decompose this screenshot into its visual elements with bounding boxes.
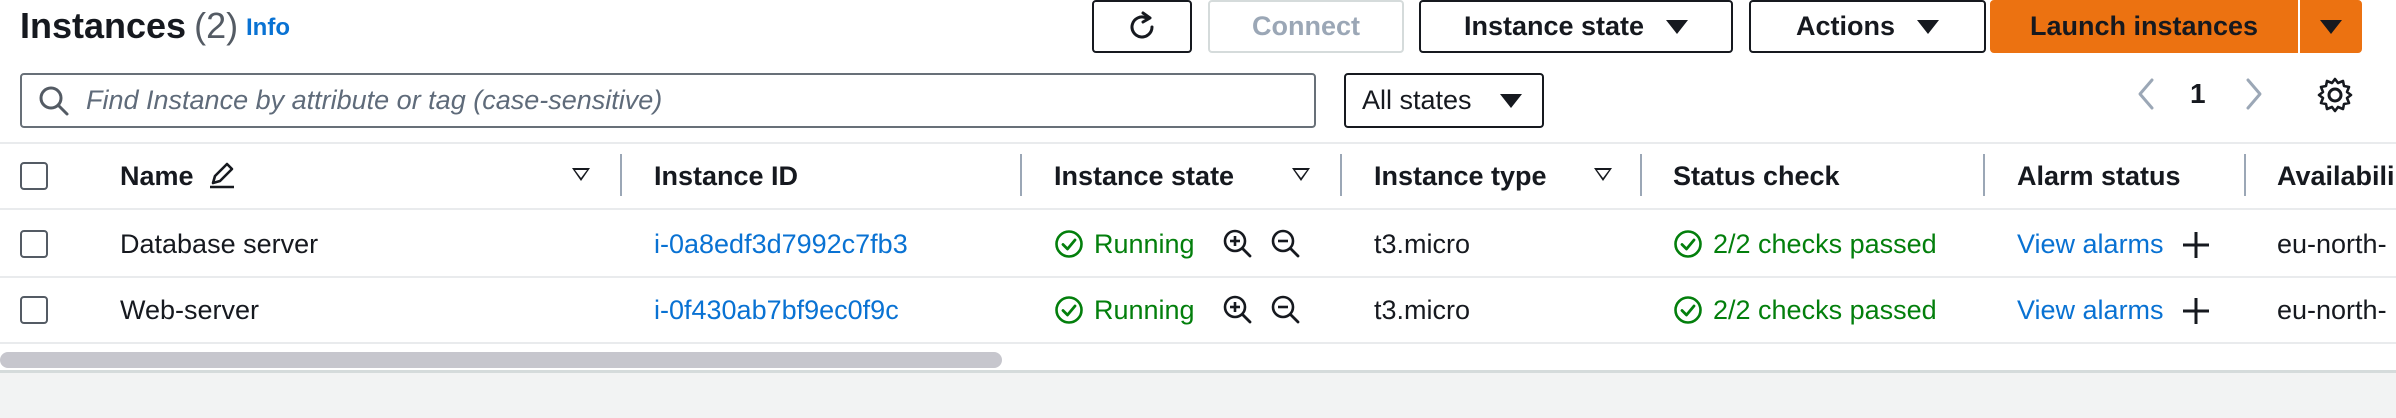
launch-instances-label: Launch instances: [2029, 11, 2259, 41]
status-check-text: 2/2 checks passed: [1713, 229, 1937, 259]
table-header-border: [0, 208, 2396, 210]
success-check-icon: [1055, 230, 1083, 258]
instance-name: Web-server: [120, 295, 260, 325]
row-divider: [0, 276, 2396, 278]
zoom-out-icon[interactable]: [1270, 228, 1302, 260]
refresh-button[interactable]: [1092, 0, 1192, 53]
column-divider[interactable]: [620, 154, 622, 196]
column-header-name[interactable]: Name: [120, 158, 237, 194]
launch-instances-button[interactable]: Launch instances: [1990, 0, 2298, 53]
instances-panel: Instances (2) Info Connect Instance state…: [0, 0, 2396, 373]
instance-name: Database server: [120, 229, 319, 259]
caret-down-icon: [1917, 19, 1939, 34]
status-check-text: 2/2 checks passed: [1713, 295, 1937, 325]
column-divider[interactable]: [1640, 154, 1642, 196]
instance-type: t3.micro: [1374, 295, 1471, 325]
current-page[interactable]: 1: [2190, 78, 2206, 110]
connect-label: Connect: [1252, 11, 1360, 41]
column-divider[interactable]: [1020, 154, 1022, 196]
column-divider[interactable]: [2244, 154, 2246, 196]
caret-down-icon: [1500, 93, 1522, 108]
instance-state: Running: [1054, 226, 1195, 262]
column-divider[interactable]: [1340, 154, 1342, 196]
caret-down-icon: [2320, 19, 2342, 34]
row-divider: [0, 342, 2396, 344]
add-alarm-plus-icon[interactable]: [2180, 229, 2212, 261]
horizontal-scrollbar-thumb[interactable]: [0, 352, 1002, 368]
column-header-availability-zone[interactable]: Availabili: [2277, 158, 2395, 194]
connect-button[interactable]: Connect: [1208, 0, 1404, 53]
column-header-instance-id[interactable]: Instance ID: [654, 158, 798, 194]
column-header-instance-state[interactable]: Instance state: [1054, 158, 1234, 194]
next-page-icon[interactable]: [2240, 76, 2268, 112]
success-check-icon: [1055, 296, 1083, 324]
column-header-instance-type[interactable]: Instance type: [1374, 158, 1547, 194]
sort-caret-icon[interactable]: [572, 168, 590, 181]
availability-zone: eu-north-: [2277, 229, 2387, 259]
column-header-alarm-status[interactable]: Alarm status: [2017, 158, 2181, 194]
search-input[interactable]: [86, 85, 1286, 116]
zoom-in-icon[interactable]: [1222, 228, 1254, 260]
select-all-checkbox[interactable]: [20, 162, 48, 190]
page-title-text: Instances: [20, 5, 187, 46]
table-top-border: [0, 142, 2396, 144]
launch-instances-menu-button[interactable]: [2300, 0, 2362, 53]
view-alarms-link[interactable]: View alarms: [2017, 226, 2164, 262]
sort-caret-icon[interactable]: [1292, 168, 1310, 181]
instance-id-link[interactable]: i-0a8edf3d7992c7fb3: [654, 226, 908, 262]
zoom-out-icon[interactable]: [1270, 294, 1302, 326]
instance-state-text: Running: [1094, 229, 1195, 259]
page-title: Instances (2): [20, 2, 238, 50]
instance-state-dropdown[interactable]: Instance state: [1419, 0, 1733, 53]
column-header-label: Name: [120, 161, 194, 191]
add-alarm-plus-icon[interactable]: [2180, 295, 2212, 327]
availability-zone: eu-north-: [2277, 295, 2387, 325]
zoom-in-icon[interactable]: [1222, 294, 1254, 326]
actions-label: Actions: [1795, 11, 1895, 41]
actions-dropdown[interactable]: Actions: [1749, 0, 1986, 53]
search-box[interactable]: [20, 73, 1316, 128]
success-check-icon: [1674, 296, 1702, 324]
search-icon: [39, 86, 69, 115]
row-checkbox[interactable]: [20, 296, 48, 324]
instance-count: (2): [194, 5, 239, 46]
previous-page-icon[interactable]: [2132, 76, 2160, 112]
gear-icon[interactable]: [2316, 76, 2354, 114]
column-divider[interactable]: [1983, 154, 1985, 196]
sort-caret-icon[interactable]: [1594, 168, 1612, 181]
edit-pencil-icon: [210, 162, 235, 189]
status-check: 2/2 checks passed: [1673, 226, 1937, 262]
caret-down-icon: [1666, 19, 1689, 34]
column-header-status-check[interactable]: Status check: [1673, 158, 1840, 194]
instance-state: Running: [1054, 292, 1195, 328]
instance-type: t3.micro: [1374, 229, 1471, 259]
info-link[interactable]: Info: [246, 14, 290, 42]
state-filter-value: All states: [1362, 85, 1472, 115]
instance-state-label: Instance state: [1463, 11, 1645, 41]
instance-id-link[interactable]: i-0f430ab7bf9ec0f9c: [654, 292, 899, 328]
state-filter-select[interactable]: All states: [1344, 73, 1544, 128]
status-check: 2/2 checks passed: [1673, 292, 1937, 328]
view-alarms-link[interactable]: View alarms: [2017, 292, 2164, 328]
row-checkbox[interactable]: [20, 230, 48, 258]
refresh-icon: [1130, 11, 1154, 38]
instance-state-text: Running: [1094, 295, 1195, 325]
success-check-icon: [1674, 230, 1702, 258]
